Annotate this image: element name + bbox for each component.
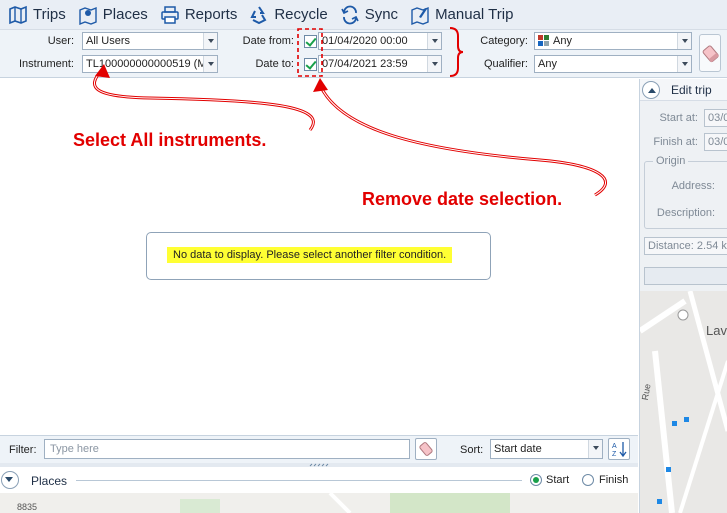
recycle-icon [250,5,267,24]
eraser-icon [702,45,719,63]
date-to-value: 07/04/2021 23:59 [322,58,408,70]
places-label: Places [102,6,148,23]
map-icon [9,5,27,24]
date-from-label: Date from: [242,35,294,47]
clear-filters-button[interactable] [699,34,721,72]
places-bar: Places Start Finish [0,467,638,493]
svg-text:A: A [612,443,617,450]
reports-button[interactable]: Reports [160,0,238,30]
filter-input[interactable]: Type here [44,439,410,459]
qualifier-label: Qualifier: [483,58,528,70]
origin-group: Origin Address: Description: [644,155,727,229]
list-filter-bar: Filter: Type here Sort: Start date AZ [0,435,638,463]
instrument-select[interactable]: TL100000000000519 (M [82,55,218,73]
recycle-label: Recycle [274,6,328,23]
app-window: Trips Places Reports Recycle Sync Manual… [0,0,727,513]
instrument-label: Instrument: [18,58,74,70]
user-label: User: [47,35,74,47]
places-map[interactable]: 8835 [0,493,638,513]
sort-label: Sort: [460,444,484,456]
date-to-checkbox[interactable] [304,58,317,71]
printer-icon [161,5,179,24]
start-at-value: 03/0 [708,112,727,124]
reports-label: Reports [184,6,238,23]
qualifier-select[interactable]: Any [534,55,692,73]
finish-radio-label: Finish [599,474,629,486]
finish-at-value: 03/0 [708,136,727,148]
chevron-down-icon[interactable] [427,33,441,49]
start-at-field[interactable]: 03/0 [704,109,727,127]
sort-value: Start date [494,443,542,455]
category-label: Category: [480,35,528,47]
map-pin-icon [79,6,97,25]
date-from-picker[interactable]: 01/04/2020 00:00 [318,32,442,50]
origin-label: Origin [653,155,689,167]
places-divider [76,480,522,481]
filter-panel: User: All Users Instrument: TL1000000000… [0,30,727,78]
finish-at-field[interactable]: 03/0 [704,133,727,151]
date-from-checkbox[interactable] [304,35,317,48]
sync-button[interactable]: Sync [340,0,398,30]
trips-button[interactable]: Trips [8,0,66,30]
edit-trip-header: Edit trip [640,79,727,101]
chevron-down-icon[interactable] [588,440,602,458]
manual-trip-button[interactable]: Manual Trip [410,0,513,30]
eraser-icon [419,442,433,456]
map-edit-icon [411,6,429,25]
description-label: Description: [656,207,715,219]
edit-action-button[interactable] [644,267,727,285]
edit-trip-title: Edit trip [671,83,712,97]
sync-icon [340,5,359,24]
finish-at-label: Finish at: [653,136,698,148]
no-data-message: No data to display. Please select anothe… [167,247,453,263]
annotation-remove-date: Remove date selection. [362,189,563,209]
map-background [0,493,638,513]
main-toolbar: Trips Places Reports Recycle Sync Manual… [0,0,727,30]
category-value: Any [553,35,572,47]
annotation-select-all: Select All instruments. [73,130,267,150]
sync-label: Sync [364,6,399,23]
start-radio[interactable] [530,474,542,486]
start-radio-label: Start [546,474,570,486]
category-grid-icon [538,35,549,46]
map-number-label: 8835 [17,502,38,512]
user-select[interactable]: All Users [82,32,218,50]
clear-text-filter-button[interactable] [415,438,437,460]
chevron-down-icon[interactable] [427,56,441,72]
date-to-picker[interactable]: 07/04/2021 23:59 [318,55,442,73]
chevron-down-icon[interactable] [677,56,691,72]
trip-map[interactable]: Lav Rue [640,291,727,513]
start-at-label: Start at: [659,112,698,124]
distance-value: Distance: 2.54 k [648,240,727,252]
sort-select[interactable]: Start date [490,439,603,459]
chevron-down-icon[interactable] [203,33,217,49]
expand-places-icon[interactable] [1,471,19,489]
trips-label: Trips [33,6,66,23]
chevron-down-icon[interactable] [677,33,691,49]
collapse-icon[interactable] [642,81,660,99]
distance-field: Distance: 2.54 k [644,237,727,255]
date-to-label: Date to: [255,58,294,70]
sort-direction-button[interactable]: AZ [608,438,630,460]
sort-az-icon: AZ [612,442,627,458]
no-data-panel: No data to display. Please select anothe… [146,232,491,280]
date-from-value: 01/04/2020 00:00 [322,35,408,47]
places-label: Places [31,474,68,488]
chevron-down-icon[interactable] [203,56,217,72]
edit-trip-panel: Edit trip Start at: 03/0 Finish at: 03/0… [639,79,727,513]
address-label: Address: [671,180,715,192]
finish-radio[interactable] [582,474,594,486]
filter-label: Filter: [9,444,37,456]
user-value: All Users [86,35,131,47]
category-select[interactable]: Any [534,32,692,50]
places-button[interactable]: Places [78,0,148,30]
manual-trip-label: Manual Trip [435,6,514,23]
instrument-value: TL100000000000519 (M [86,58,207,70]
qualifier-value: Any [538,58,557,70]
recycle-button[interactable]: Recycle [249,0,328,30]
map-place-label: Lav [706,323,727,338]
svg-text:Z: Z [612,451,617,458]
